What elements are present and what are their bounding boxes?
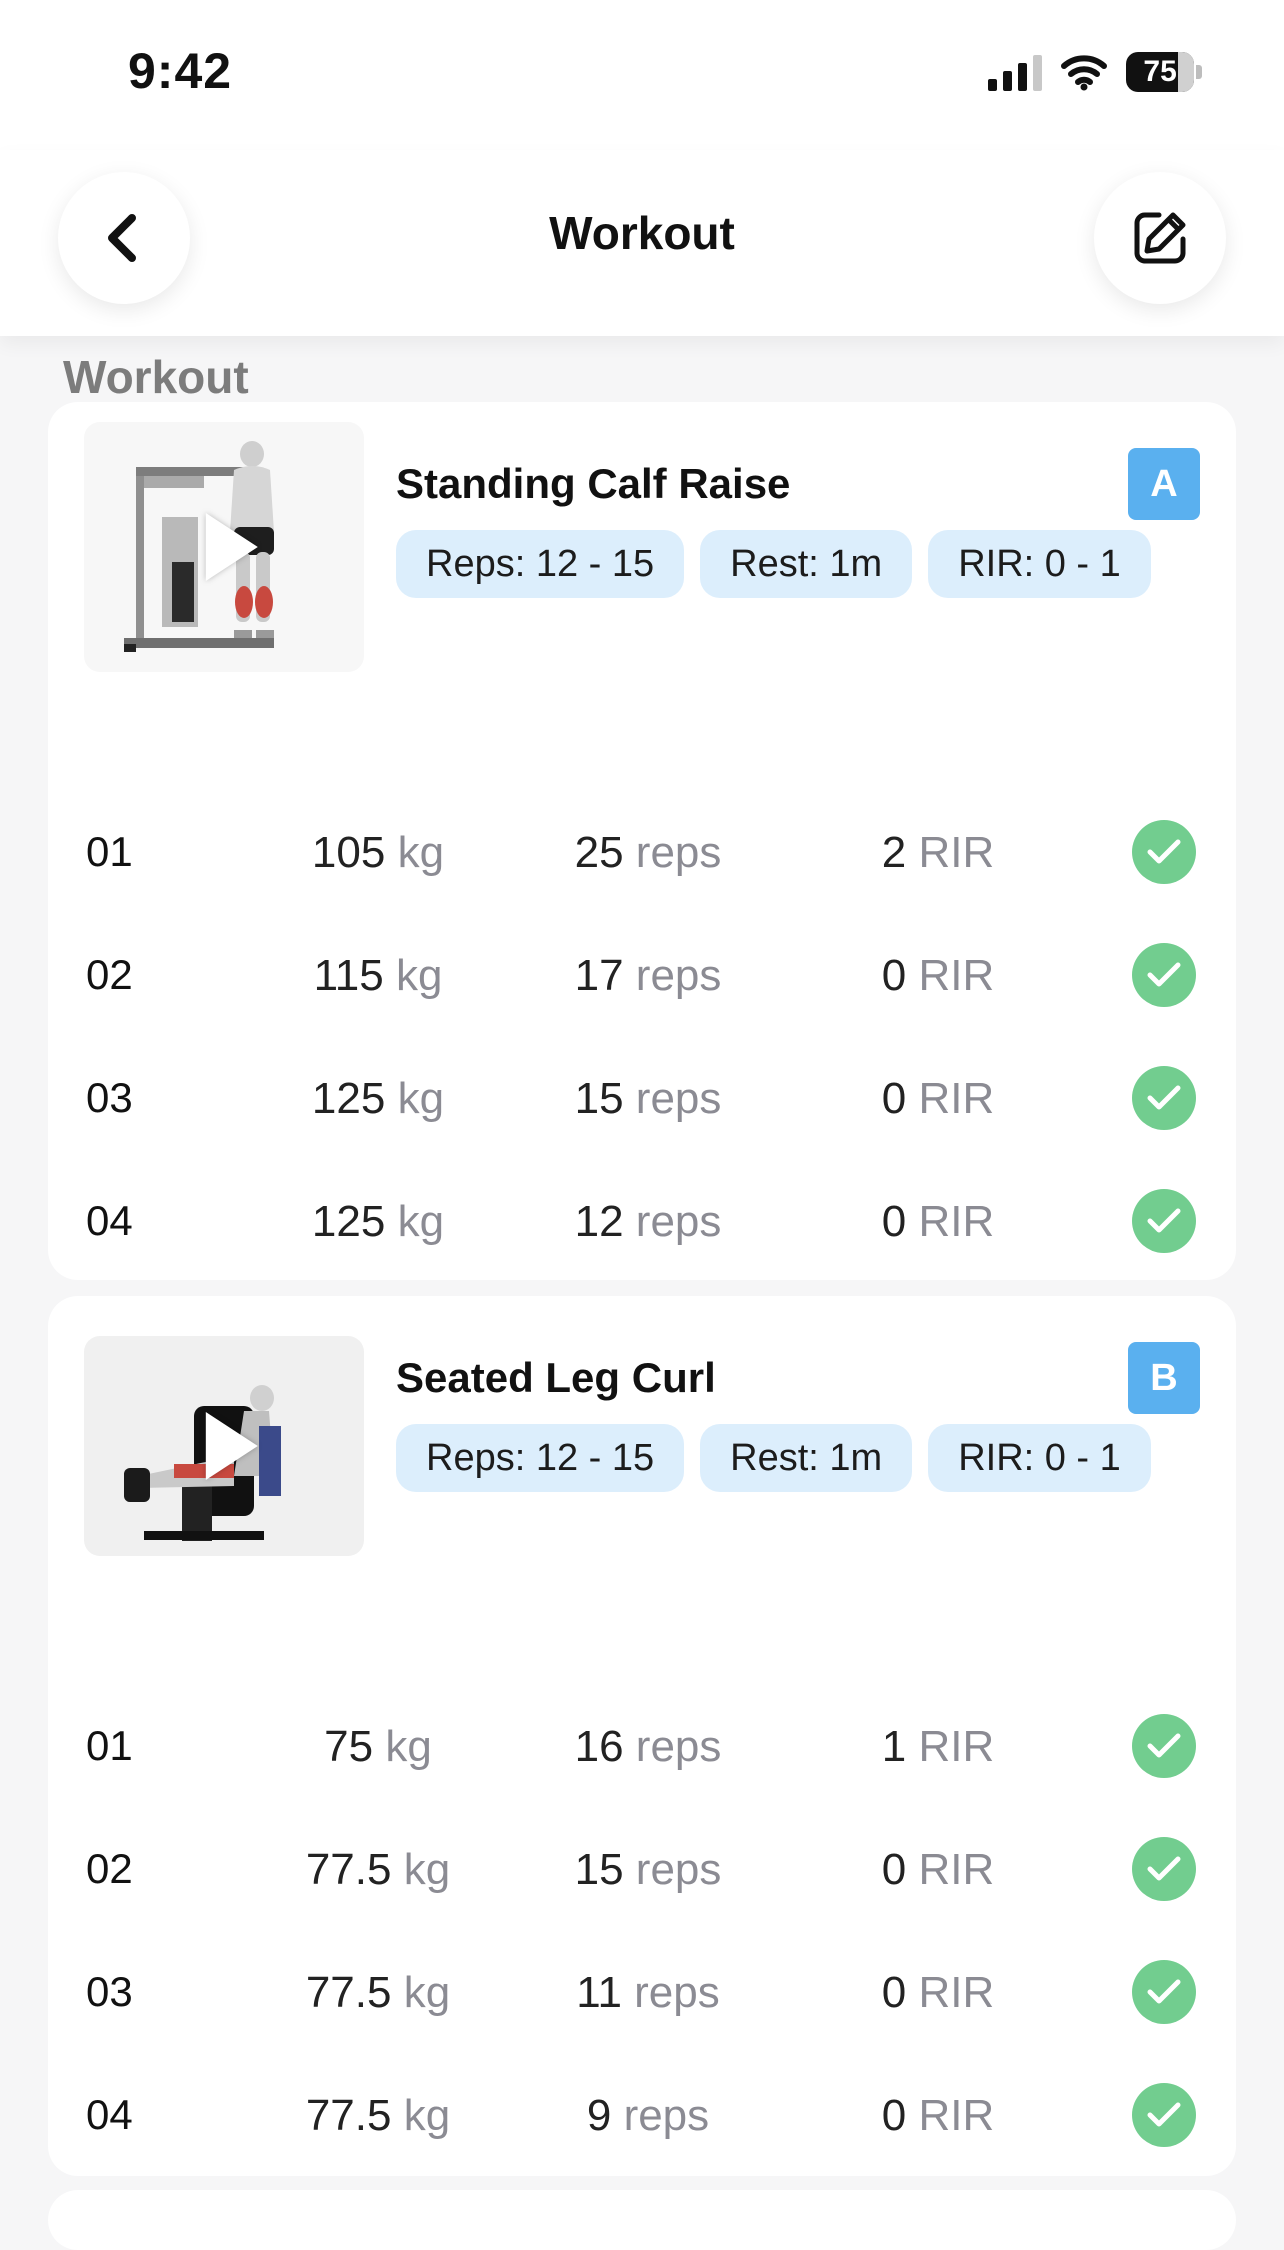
set-row[interactable]: 03 77.5 kg 11 reps 0 RIR [48, 1942, 1236, 2042]
set-weight: 115 kg [313, 951, 443, 1000]
set-rir: 0 RIR [881, 1197, 995, 1246]
set-weight: 77.5 kg [305, 2091, 451, 2140]
battery-icon: 75 [1126, 52, 1202, 92]
exercise-card[interactable]: Seated Leg Curl Reps: 12 - 15 Rest: 1m R… [48, 1296, 1236, 2176]
set-weight: 105 kg [311, 828, 445, 877]
set-number: 01 [86, 1722, 133, 1769]
rir-target-tag: RIR: 0 - 1 [928, 530, 1151, 598]
set-rir: 0 RIR [881, 1968, 995, 2017]
set-reps: 15 reps [574, 1845, 722, 1894]
check-icon[interactable] [1132, 1066, 1196, 1130]
superset-badge: B [1128, 1342, 1200, 1414]
play-icon [205, 513, 258, 581]
set-row[interactable]: 02 77.5 kg 15 reps 0 RIR [48, 1819, 1236, 1919]
set-weight: 77.5 kg [305, 1845, 451, 1894]
set-reps: 12 reps [574, 1197, 722, 1246]
exercise-card-partial[interactable] [48, 2190, 1236, 2250]
section-title: Workout [63, 351, 249, 403]
set-number: 04 [86, 2091, 133, 2138]
set-rir: 0 RIR [881, 951, 995, 1000]
check-icon[interactable] [1132, 1189, 1196, 1253]
set-reps: 15 reps [574, 1074, 722, 1123]
set-reps: 25 reps [574, 828, 722, 877]
rest-tag: Rest: 1m [700, 530, 913, 598]
set-weight: 75 kg [324, 1722, 432, 1771]
check-icon[interactable] [1132, 1714, 1196, 1778]
check-icon[interactable] [1132, 1960, 1196, 2024]
set-rir: 2 RIR [881, 828, 995, 877]
set-rir: 0 RIR [881, 1074, 995, 1123]
set-row[interactable]: 04 77.5 kg 9 reps 0 RIR [48, 2065, 1236, 2165]
set-row[interactable]: 03 125 kg 15 reps 0 RIR [48, 1048, 1236, 1148]
set-number: 04 [86, 1197, 133, 1244]
rir-target-tag: RIR: 0 - 1 [928, 1424, 1151, 1492]
exercise-name: Standing Calf Raise [396, 460, 791, 507]
set-rir: 0 RIR [881, 2091, 995, 2140]
exercise-video-thumbnail[interactable] [84, 422, 364, 672]
set-weight: 77.5 kg [305, 1968, 451, 2017]
wifi-icon [1061, 55, 1107, 91]
play-icon [205, 1412, 258, 1480]
exercise-tags: Reps: 12 - 15 Rest: 1m RIR: 0 - 1 [396, 1424, 1151, 1492]
set-number: 01 [86, 828, 133, 875]
rest-tag: Rest: 1m [700, 1424, 913, 1492]
check-icon[interactable] [1132, 1837, 1196, 1901]
superset-badge: A [1128, 448, 1200, 520]
set-number: 03 [86, 1074, 133, 1121]
set-reps: 11 reps [576, 1968, 720, 2017]
set-reps: 17 reps [574, 951, 722, 1000]
exercise-card[interactable]: Standing Calf Raise Reps: 12 - 15 Rest: … [48, 402, 1236, 1280]
set-number: 02 [86, 1845, 133, 1892]
check-icon[interactable] [1132, 943, 1196, 1007]
status-icons: 75 [988, 52, 1202, 92]
set-reps: 9 reps [586, 2091, 710, 2140]
set-row[interactable]: 01 105 kg 25 reps 2 RIR [48, 802, 1236, 902]
set-number: 03 [86, 1968, 133, 2015]
set-reps: 16 reps [574, 1722, 722, 1771]
battery-level: 75 [1143, 55, 1177, 88]
reps-target-tag: Reps: 12 - 15 [396, 1424, 685, 1492]
set-weight: 125 kg [311, 1197, 445, 1246]
edit-square-icon [1134, 212, 1186, 264]
exercise-tags: Reps: 12 - 15 Rest: 1m RIR: 0 - 1 [396, 530, 1151, 598]
set-rir: 1 RIR [881, 1722, 995, 1771]
cellular-signal-icon [988, 53, 1042, 91]
exercise-name: Seated Leg Curl [396, 1354, 716, 1401]
check-icon[interactable] [1132, 2083, 1196, 2147]
set-rir: 0 RIR [881, 1845, 995, 1894]
exercise-video-thumbnail[interactable] [84, 1336, 364, 1556]
set-weight: 125 kg [311, 1074, 445, 1123]
reps-target-tag: Reps: 12 - 15 [396, 530, 685, 598]
nav-header: Workout [0, 150, 1284, 336]
set-row[interactable]: 04 125 kg 12 reps 0 RIR [48, 1171, 1236, 1271]
set-row[interactable]: 02 115 kg 17 reps 0 RIR [48, 925, 1236, 1025]
status-time: 9:42 [128, 43, 233, 99]
edit-button[interactable] [1094, 172, 1226, 304]
set-number: 02 [86, 951, 133, 998]
page-title: Workout [549, 207, 735, 259]
check-icon[interactable] [1132, 820, 1196, 884]
status-bar: 9:42 75 [0, 0, 1284, 150]
set-row[interactable]: 01 75 kg 16 reps 1 RIR [48, 1696, 1236, 1796]
